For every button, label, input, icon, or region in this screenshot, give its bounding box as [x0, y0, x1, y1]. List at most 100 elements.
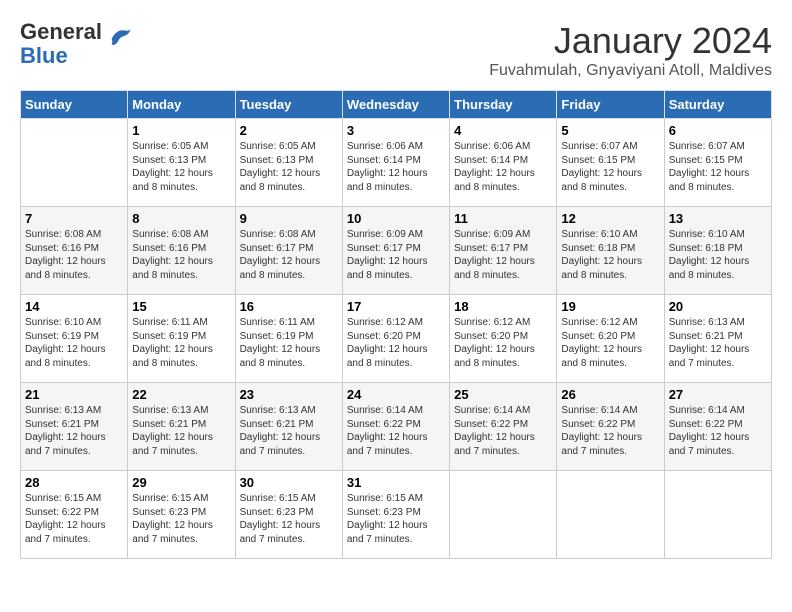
calendar-cell: 8 Sunrise: 6:08 AMSunset: 6:16 PMDaylight…	[128, 207, 235, 295]
month-title: January 2024	[489, 20, 772, 62]
day-number: 29	[132, 475, 230, 490]
calendar-cell: 15Sunrise: 6:11 AMSunset: 6:19 PMDayligh…	[128, 295, 235, 383]
calendar-cell: 22Sunrise: 6:13 AMSunset: 6:21 PMDayligh…	[128, 383, 235, 471]
day-info: Sunrise: 6:13 AMSunset: 6:21 PMDaylight:…	[132, 404, 230, 458]
calendar-cell: 26Sunrise: 6:14 AMSunset: 6:22 PMDayligh…	[557, 383, 664, 471]
day-number: 27	[669, 387, 767, 402]
day-info: Sunrise: 6:13 AMSunset: 6:21 PMDaylight:…	[669, 316, 767, 370]
day-number: 11	[454, 211, 552, 226]
calendar-cell: 27 Sunrise: 6:14 AMSunset: 6:22 PMDayligh…	[664, 383, 771, 471]
day-number: 12	[561, 211, 659, 226]
day-number: 2	[240, 123, 338, 138]
day-number: 23	[240, 387, 338, 402]
day-number: 9	[240, 211, 338, 226]
day-number: 10	[347, 211, 445, 226]
day-info: Sunrise: 6:15 AMSunset: 6:23 PMDaylight:…	[240, 492, 338, 546]
calendar-cell: 5 Sunrise: 6:07 AMSunset: 6:15 PMDaylight…	[557, 119, 664, 207]
day-number: 30	[240, 475, 338, 490]
day-info: Sunrise: 6:15 AMSunset: 6:22 PMDaylight:…	[25, 492, 123, 546]
weekday-header-row: SundayMondayTuesdayWednesdayThursdayFrid…	[21, 91, 772, 119]
day-info: Sunrise: 6:06 AMSunset: 6:14 PMDaylight:…	[347, 140, 445, 194]
calendar-week-2: 7 Sunrise: 6:08 AMSunset: 6:16 PMDaylight…	[21, 207, 772, 295]
day-number: 5	[561, 123, 659, 138]
logo-general: General	[20, 19, 102, 44]
day-info: Sunrise: 6:10 AMSunset: 6:18 PMDaylight:…	[561, 228, 659, 282]
calendar-week-4: 21 Sunrise: 6:13 AMSunset: 6:21 PMDayligh…	[21, 383, 772, 471]
logo-blue: Blue	[20, 43, 68, 68]
day-info: Sunrise: 6:10 AMSunset: 6:19 PMDaylight:…	[25, 316, 123, 370]
location-subtitle: Fuvahmulah, Gnyaviyani Atoll, Maldives	[489, 62, 772, 80]
weekday-header-saturday: Saturday	[664, 91, 771, 119]
calendar-cell: 13Sunrise: 6:10 AMSunset: 6:18 PMDayligh…	[664, 207, 771, 295]
day-number: 24	[347, 387, 445, 402]
day-info: Sunrise: 6:15 AMSunset: 6:23 PMDaylight:…	[347, 492, 445, 546]
weekday-header-monday: Monday	[128, 91, 235, 119]
calendar-cell: 17Sunrise: 6:12 AMSunset: 6:20 PMDayligh…	[342, 295, 449, 383]
calendar-cell: 30 Sunrise: 6:15 AMSunset: 6:23 PMDayligh…	[235, 471, 342, 559]
calendar-table: SundayMondayTuesdayWednesdayThursdayFrid…	[20, 90, 772, 559]
day-number: 28	[25, 475, 123, 490]
day-number: 8	[132, 211, 230, 226]
day-number: 1	[132, 123, 230, 138]
calendar-cell: 6 Sunrise: 6:07 AMSunset: 6:15 PMDaylight…	[664, 119, 771, 207]
calendar-cell: 4Sunrise: 6:06 AMSunset: 6:14 PMDaylight…	[450, 119, 557, 207]
weekday-header-friday: Friday	[557, 91, 664, 119]
calendar-cell: 2 Sunrise: 6:05 AMSunset: 6:13 PMDaylight…	[235, 119, 342, 207]
day-number: 20	[669, 299, 767, 314]
calendar-cell: 1 Sunrise: 6:05 AMSunset: 6:13 PMDaylight…	[128, 119, 235, 207]
logo-bird-icon	[106, 25, 134, 53]
day-number: 15	[132, 299, 230, 314]
day-info: Sunrise: 6:12 AMSunset: 6:20 PMDaylight:…	[454, 316, 552, 370]
calendar-cell: 7 Sunrise: 6:08 AMSunset: 6:16 PMDaylight…	[21, 207, 128, 295]
weekday-header-sunday: Sunday	[21, 91, 128, 119]
day-info: Sunrise: 6:14 AMSunset: 6:22 PMDaylight:…	[561, 404, 659, 458]
day-info: Sunrise: 6:06 AMSunset: 6:14 PMDaylight:…	[454, 140, 552, 194]
day-number: 21	[25, 387, 123, 402]
weekday-header-thursday: Thursday	[450, 91, 557, 119]
title-block: January 2024 Fuvahmulah, Gnyaviyani Atol…	[489, 20, 772, 80]
calendar-cell: 18 Sunrise: 6:12 AMSunset: 6:20 PMDayligh…	[450, 295, 557, 383]
day-number: 14	[25, 299, 123, 314]
calendar-cell: 24 Sunrise: 6:14 AMSunset: 6:22 PMDayligh…	[342, 383, 449, 471]
calendar-cell: 14 Sunrise: 6:10 AMSunset: 6:19 PMDayligh…	[21, 295, 128, 383]
calendar-cell	[450, 471, 557, 559]
day-info: Sunrise: 6:12 AMSunset: 6:20 PMDaylight:…	[347, 316, 445, 370]
day-number: 25	[454, 387, 552, 402]
day-number: 31	[347, 475, 445, 490]
day-info: Sunrise: 6:09 AMSunset: 6:17 PMDaylight:…	[347, 228, 445, 282]
day-info: Sunrise: 6:08 AMSunset: 6:16 PMDaylight:…	[25, 228, 123, 282]
calendar-cell	[21, 119, 128, 207]
day-info: Sunrise: 6:08 AMSunset: 6:16 PMDaylight:…	[132, 228, 230, 282]
logo: General Blue	[20, 20, 134, 68]
calendar-cell: 23 Sunrise: 6:13 AMSunset: 6:21 PMDayligh…	[235, 383, 342, 471]
day-number: 3	[347, 123, 445, 138]
calendar-cell: 12 Sunrise: 6:10 AMSunset: 6:18 PMDayligh…	[557, 207, 664, 295]
day-number: 16	[240, 299, 338, 314]
calendar-cell: 10 Sunrise: 6:09 AMSunset: 6:17 PMDayligh…	[342, 207, 449, 295]
day-info: Sunrise: 6:05 AMSunset: 6:13 PMDaylight:…	[240, 140, 338, 194]
day-info: Sunrise: 6:05 AMSunset: 6:13 PMDaylight:…	[132, 140, 230, 194]
day-info: Sunrise: 6:07 AMSunset: 6:15 PMDaylight:…	[669, 140, 767, 194]
day-number: 18	[454, 299, 552, 314]
calendar-cell: 29Sunrise: 6:15 AMSunset: 6:23 PMDayligh…	[128, 471, 235, 559]
day-info: Sunrise: 6:12 AMSunset: 6:20 PMDaylight:…	[561, 316, 659, 370]
day-info: Sunrise: 6:14 AMSunset: 6:22 PMDaylight:…	[347, 404, 445, 458]
day-info: Sunrise: 6:07 AMSunset: 6:15 PMDaylight:…	[561, 140, 659, 194]
day-info: Sunrise: 6:08 AMSunset: 6:17 PMDaylight:…	[240, 228, 338, 282]
calendar-week-3: 14 Sunrise: 6:10 AMSunset: 6:19 PMDayligh…	[21, 295, 772, 383]
day-number: 19	[561, 299, 659, 314]
day-info: Sunrise: 6:13 AMSunset: 6:21 PMDaylight:…	[240, 404, 338, 458]
day-info: Sunrise: 6:09 AMSunset: 6:17 PMDaylight:…	[454, 228, 552, 282]
day-info: Sunrise: 6:14 AMSunset: 6:22 PMDaylight:…	[669, 404, 767, 458]
calendar-cell: 28 Sunrise: 6:15 AMSunset: 6:22 PMDayligh…	[21, 471, 128, 559]
day-info: Sunrise: 6:10 AMSunset: 6:18 PMDaylight:…	[669, 228, 767, 282]
calendar-cell: 16 Sunrise: 6:11 AMSunset: 6:19 PMDayligh…	[235, 295, 342, 383]
day-info: Sunrise: 6:11 AMSunset: 6:19 PMDaylight:…	[240, 316, 338, 370]
calendar-cell: 31 Sunrise: 6:15 AMSunset: 6:23 PMDayligh…	[342, 471, 449, 559]
day-number: 7	[25, 211, 123, 226]
day-number: 6	[669, 123, 767, 138]
calendar-cell	[664, 471, 771, 559]
calendar-week-5: 28 Sunrise: 6:15 AMSunset: 6:22 PMDayligh…	[21, 471, 772, 559]
calendar-cell: 9 Sunrise: 6:08 AMSunset: 6:17 PMDaylight…	[235, 207, 342, 295]
calendar-cell: 19 Sunrise: 6:12 AMSunset: 6:20 PMDayligh…	[557, 295, 664, 383]
